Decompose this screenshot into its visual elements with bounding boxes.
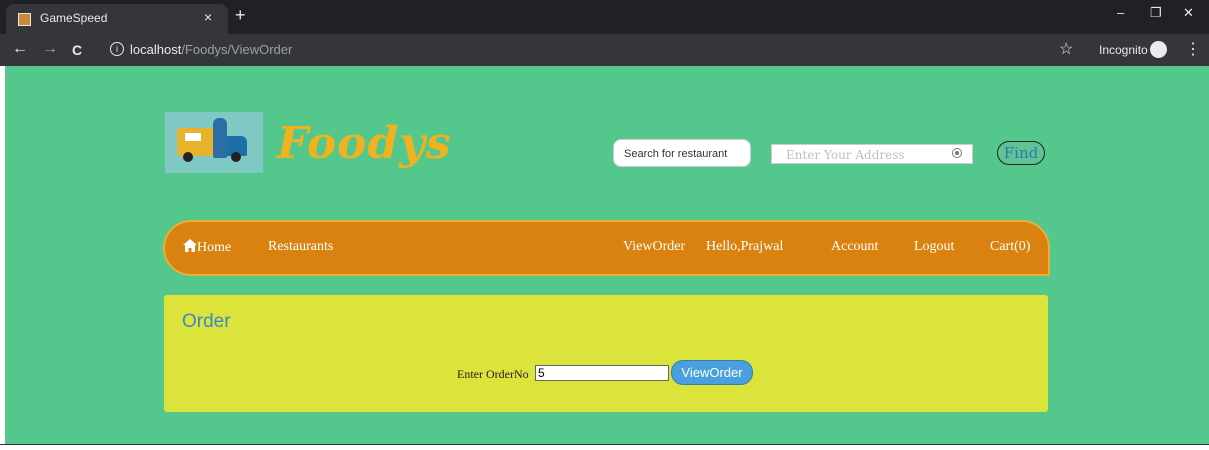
info-icon[interactable]: i	[110, 42, 124, 56]
forward-icon[interactable]: →	[42, 40, 58, 58]
nav-home[interactable]: Home	[183, 239, 231, 256]
tab-close-icon[interactable]: ×	[204, 9, 212, 25]
nav-greeting[interactable]: Hello,Prajwal	[706, 239, 783, 255]
home-icon	[183, 239, 197, 252]
address-placeholder: Enter Your Address	[786, 148, 905, 162]
incognito-label: Incognito	[1099, 43, 1148, 57]
restore-icon[interactable]: ❐	[1150, 5, 1162, 21]
nav-cart[interactable]: Cart(0)	[990, 239, 1030, 255]
back-icon[interactable]: ←	[12, 40, 28, 58]
close-window-icon[interactable]: ✕	[1183, 5, 1194, 21]
logo-image	[165, 112, 263, 173]
address-input[interactable]: Enter Your Address	[771, 144, 973, 164]
reload-icon[interactable]: C	[72, 42, 82, 58]
tab-title: GameSpeed	[40, 11, 108, 25]
order-title: Order	[182, 311, 231, 332]
nav-logout[interactable]: Logout	[914, 239, 954, 255]
minimize-icon[interactable]: –	[1117, 5, 1124, 20]
locate-icon[interactable]	[952, 148, 962, 158]
delivery-person-icon	[213, 118, 227, 158]
view-order-button[interactable]: ViewOrder	[671, 360, 753, 385]
browser-tab-bar: GameSpeed × + – ❐ ✕	[0, 0, 1209, 34]
favicon-icon	[18, 13, 31, 26]
order-number-label: Enter OrderNo	[457, 367, 529, 381]
main-nav: Home Restaurants ViewOrder Hello,Prajwal…	[163, 220, 1050, 276]
browser-toolbar: ← → C i localhost/Foodys/ViewOrder ☆ Inc…	[0, 34, 1209, 66]
new-tab-icon[interactable]: +	[235, 5, 246, 26]
page-bottom-edge	[0, 444, 1209, 450]
url-text: localhost/Foodys/ViewOrder	[130, 42, 293, 57]
nav-view-order[interactable]: ViewOrder	[623, 239, 685, 255]
nav-account[interactable]: Account	[831, 239, 878, 255]
order-panel: Order Enter OrderNo 5 ViewOrder	[164, 295, 1048, 412]
nav-restaurants[interactable]: Restaurants	[268, 239, 333, 255]
brand-logo[interactable]: Foodys	[277, 118, 452, 169]
find-button[interactable]: Find	[997, 141, 1045, 165]
restaurant-search-input[interactable]: Search for restaurant	[613, 139, 751, 167]
address-bar[interactable]: i localhost/Foodys/ViewOrder	[100, 39, 1060, 61]
menu-icon[interactable]: ⋮	[1185, 39, 1201, 59]
page-content: Foodys Search for restaurant Enter Your …	[5, 66, 1209, 444]
order-number-input[interactable]: 5	[535, 365, 669, 381]
bookmark-star-icon[interactable]: ☆	[1059, 39, 1073, 59]
browser-tab[interactable]: GameSpeed ×	[6, 4, 228, 34]
incognito-icon[interactable]	[1150, 41, 1167, 58]
